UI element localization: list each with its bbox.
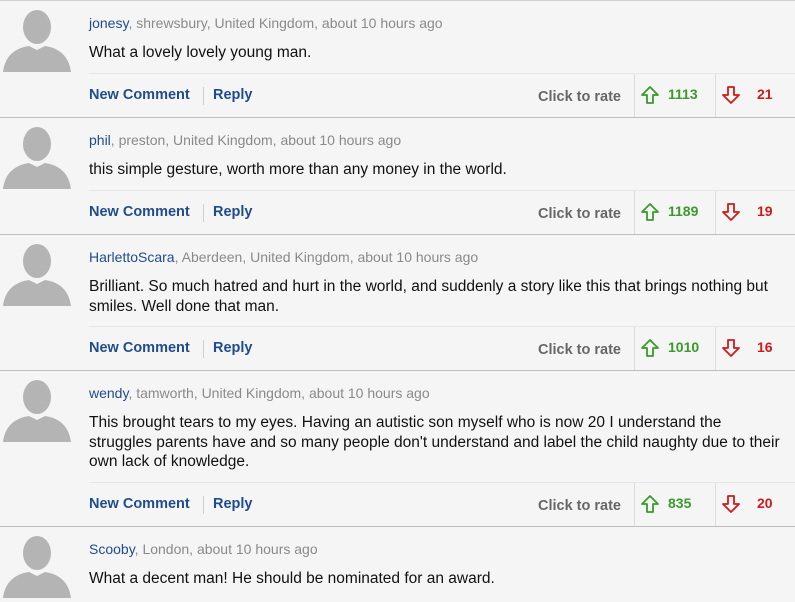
arrow-down-icon [722,203,740,221]
comment-body: phil, preston, United Kingdom, about 10 … [71,118,795,234]
comment-body: HarlettoScara, Aberdeen, United Kingdom,… [71,235,795,370]
divider [203,87,204,105]
default-avatar-silhouette-icon [3,380,71,442]
new-comment-button[interactable]: New Comment [89,87,190,103]
new-comment-button[interactable]: New Comment [89,496,190,512]
arrow-up-icon [641,203,659,221]
divider [634,74,635,117]
username-link[interactable]: Scooby [89,541,135,557]
divider [715,483,716,526]
default-avatar-silhouette-icon [3,10,71,72]
click-to-rate-label: Click to rate [538,89,621,105]
comment-body: jonesy, shrewsbury, United Kingdom, abou… [71,1,795,117]
new-comment-button[interactable]: New Comment [89,340,190,356]
username-link[interactable]: jonesy [89,15,128,31]
comment-text: This brought tears to my eyes. Having an… [89,414,780,470]
arrow-down-icon [722,495,740,513]
avatar [3,240,71,306]
upvote-count: 1010 [668,339,700,355]
comment-location-time: , London, about 10 hours ago [134,541,318,557]
vote-down-button[interactable]: 20 [721,493,781,517]
comment: Scooby, London, about 10 hours ago What … [0,527,795,602]
comment: phil, preston, United Kingdom, about 10 … [0,118,795,235]
divider [203,496,204,514]
vote-up-button[interactable]: 1113 [640,84,710,108]
divider [634,191,635,234]
comment-meta: Scooby, London, about 10 hours ago [89,541,318,557]
comment-actions: New Comment Reply Click to rate 835 20 [89,482,795,526]
comment-location-time: , preston, United Kingdom, about 10 hour… [110,132,402,148]
vote-down-button[interactable]: 16 [721,337,781,361]
divider [715,191,716,234]
divider [715,74,716,117]
reply-button[interactable]: Reply [213,496,253,512]
downvote-count: 20 [757,495,773,511]
upvote-count: 835 [668,495,692,511]
downvote-count: 19 [757,203,773,219]
comment-body: Scooby, London, about 10 hours ago What … [71,527,795,602]
divider [203,340,204,358]
click-to-rate-label: Click to rate [538,206,621,222]
comment-text: What a decent man! He should be nominate… [89,570,495,587]
arrow-down-icon [722,339,740,357]
username-link[interactable]: phil [89,132,111,148]
default-avatar-silhouette-icon [3,536,71,598]
upvote-count: 1113 [668,86,698,102]
comment-text: this simple gesture, worth more than any… [89,161,507,178]
username-link[interactable]: HarlettoScara [89,249,175,265]
vote-up-button[interactable]: 1010 [640,337,710,361]
comment: HarlettoScara, Aberdeen, United Kingdom,… [0,235,795,371]
comment-location-time: , tamworth, United Kingdom, about 10 hou… [128,385,430,401]
comment: jonesy, shrewsbury, United Kingdom, abou… [0,0,795,118]
avatar [3,376,71,442]
avatar [3,123,71,189]
avatar [3,6,71,72]
click-to-rate-label: Click to rate [538,342,621,358]
default-avatar-silhouette-icon [3,127,71,189]
arrow-down-icon [722,86,740,104]
comment-actions: New Comment Reply Click to rate 1189 19 [89,190,795,234]
reply-button[interactable]: Reply [213,340,253,356]
comment-location-time: , Aberdeen, United Kingdom, about 10 hou… [174,249,479,265]
comment-list: jonesy, shrewsbury, United Kingdom, abou… [0,0,795,602]
vote-up-button[interactable]: 1189 [640,201,710,225]
arrow-up-icon [641,495,659,513]
comment-location-time: , shrewsbury, United Kingdom, about 10 h… [128,15,443,31]
comment-text: Brilliant. So much hatred and hurt in th… [89,278,768,315]
vote-up-button[interactable]: 835 [640,493,710,517]
comment-text: What a lovely lovely young man. [89,44,312,61]
downvote-count: 16 [757,339,773,355]
default-avatar-silhouette-icon [3,244,71,306]
click-to-rate-label: Click to rate [538,498,621,514]
comment-actions: New Comment Reply Click to rate 1113 21 [89,73,795,117]
downvote-count: 21 [757,86,773,102]
divider [634,483,635,526]
username-link[interactable]: wendy [89,385,128,401]
new-comment-button[interactable]: New Comment [89,204,190,220]
comment-meta: wendy, tamworth, United Kingdom, about 1… [89,385,430,401]
divider [634,327,635,370]
comment-body: wendy, tamworth, United Kingdom, about 1… [71,371,795,526]
avatar [3,532,71,598]
comment-actions: New Comment Reply Click to rate 1010 16 [89,326,795,370]
reply-button[interactable]: Reply [213,87,253,103]
upvote-count: 1189 [668,203,699,219]
reply-button[interactable]: Reply [213,204,253,220]
vote-down-button[interactable]: 19 [721,201,781,225]
comment-meta: jonesy, shrewsbury, United Kingdom, abou… [89,15,443,31]
arrow-up-icon [641,339,659,357]
arrow-up-icon [641,86,659,104]
divider [203,204,204,222]
divider [715,327,716,370]
comment: wendy, tamworth, United Kingdom, about 1… [0,371,795,527]
comment-meta: phil, preston, United Kingdom, about 10 … [89,132,401,148]
vote-down-button[interactable]: 21 [721,84,781,108]
comment-meta: HarlettoScara, Aberdeen, United Kingdom,… [89,249,478,265]
